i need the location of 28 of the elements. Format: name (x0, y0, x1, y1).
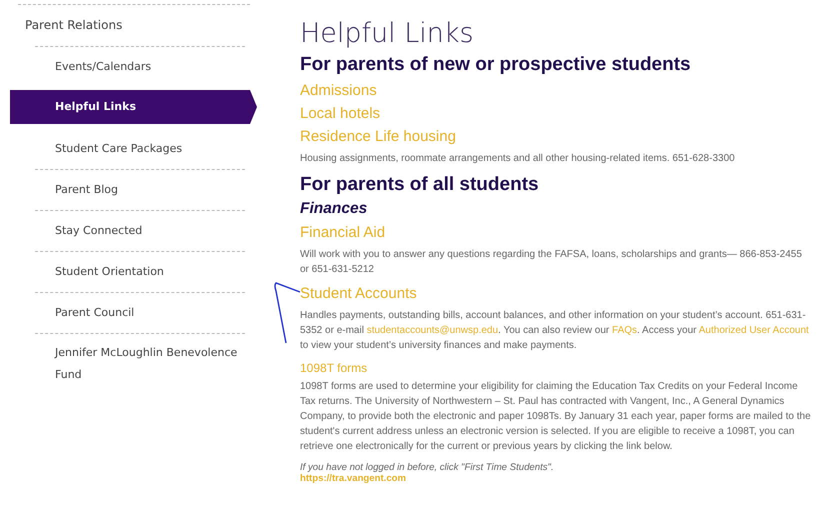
section-heading: For parents of all students (300, 174, 540, 196)
sidebar-item[interactable]: Stay Connected (35, 210, 245, 251)
url-link[interactable]: https://tra.vangent.com (300, 473, 406, 484)
sidebar-item[interactable]: Student Orientation (35, 251, 245, 292)
description-text: Housing assignments, roommate arrangements and all other housing-related items. 651-628-3300 (300, 152, 736, 166)
sidebar-item[interactable]: Parent Council (35, 292, 245, 333)
description-text: Handles payments, outstanding bills, account balances, and other information on your student’s account. 651-631-5352 or e-mail studentaccounts@unwsp.edu. You can also review our FAQs. Access your Authorized User Account to view your student’s university finances and make payments. (300, 309, 810, 353)
resource-link[interactable]: Student Accounts (300, 285, 417, 302)
page-title: Helpful Links (300, 18, 475, 49)
sidebar-item[interactable]: Parent Blog (35, 169, 245, 210)
description-text: Will work with you to answer any questions regarding the FAFSA, loans, scholarships and grants— 866-853-2455 or 651-631-5212 (300, 248, 803, 277)
sidebar-item[interactable]: Events/Calendars (35, 46, 245, 87)
sidebar-item[interactable]: Student Care Packages (35, 128, 245, 169)
resource-link[interactable]: 1098T forms (300, 361, 368, 375)
sidebar-heading[interactable]: Parent Relations (0, 5, 258, 46)
subsection-heading: Finances (300, 200, 368, 218)
resource-link[interactable]: Residence Life housing (300, 128, 456, 145)
note-text: If you have not logged in before, click "First Time Students". (300, 462, 555, 473)
inline-link[interactable]: studentaccounts@unwsp.edu (366, 325, 498, 336)
inline-link[interactable]: Authorized User Account (698, 325, 809, 336)
section-heading: For parents of new or prospective students (300, 54, 692, 76)
resource-link[interactable]: Financial Aid (300, 224, 386, 241)
sidebar-item[interactable]: Helpful Links (10, 90, 257, 124)
resource-link[interactable]: Admissions (300, 82, 377, 99)
description-text: 1098T forms are used to determine your eligibility for claiming the Education Tax Credits on your Federal Income Tax returns. The University of Northwestern – St. Paul has contracted with Vangent, Inc., A General Dynamics Company, to provide both the electronic and paper 1098Ts. By January 31 each year, paper forms are mailed to the student's current address unless an electronic version is selected. If you are eligible to receive a 1098T, you can retrieve one electronically for the current or previous years by clicking the link below. (300, 380, 812, 454)
inline-link[interactable]: FAQs (612, 325, 638, 336)
sidebar-item[interactable]: Jennifer McLoughlin Benevolence Fund (35, 333, 245, 394)
resource-link[interactable]: Local hotels (300, 105, 380, 122)
